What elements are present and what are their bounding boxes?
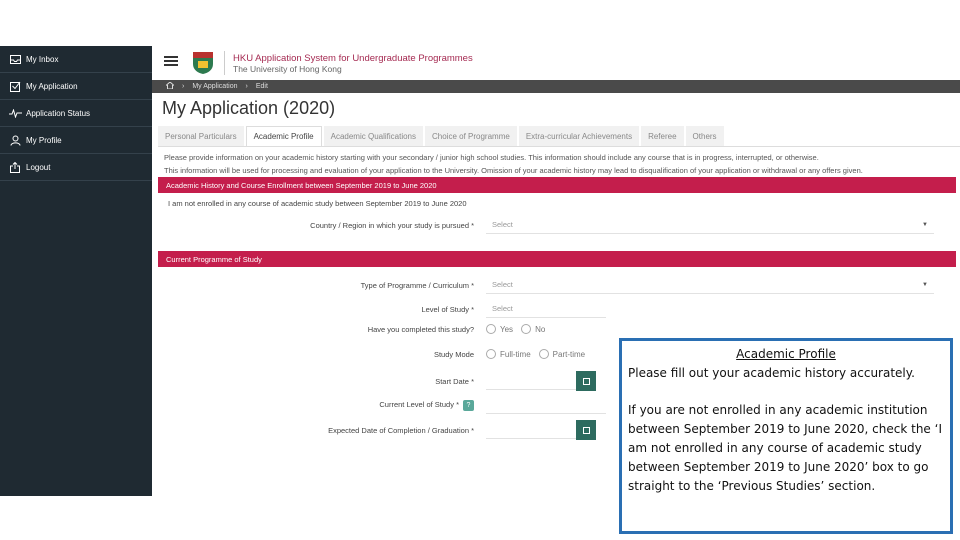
system-title-block: HKU Application System for Undergraduate…: [233, 53, 473, 74]
calendar-icon[interactable]: [576, 371, 596, 391]
radio-circle: [486, 349, 496, 359]
country-select[interactable]: Select ▼: [486, 216, 934, 234]
radio-full-time[interactable]: Full-time: [486, 349, 531, 359]
radio-full-time-label: Full-time: [500, 349, 531, 359]
user-icon: [8, 135, 22, 146]
university-name: The University of Hong Kong: [233, 63, 342, 74]
radio-no-label: No: [535, 324, 546, 334]
calendar-icon[interactable]: [576, 420, 596, 440]
sidebar-item-label: My Application: [26, 81, 78, 91]
tab-academic-profile[interactable]: Academic Profile: [245, 126, 322, 146]
breadcrumb: › My Application › Edit: [152, 80, 960, 93]
sidebar-item-logout[interactable]: Logout: [0, 154, 152, 181]
radio-yes[interactable]: Yes: [486, 324, 513, 334]
sidebar-item-label: My Inbox: [26, 54, 59, 64]
callout-line: Please fill out your academic history ac…: [628, 366, 915, 380]
level-of-study-label: Level of Study *: [421, 304, 474, 314]
section-header-academic-history: Academic History and Course Enrollment b…: [158, 177, 956, 193]
level-of-study-select[interactable]: Select: [486, 300, 606, 318]
radio-part-time-label: Part-time: [552, 349, 586, 359]
tab-academic-qualifications[interactable]: Academic Qualifications: [323, 126, 423, 146]
checkbox-icon: [8, 81, 22, 92]
start-date-input[interactable]: [486, 372, 576, 390]
breadcrumb-edit: Edit: [255, 83, 268, 90]
sidebar-item-my-profile[interactable]: My Profile: [0, 127, 152, 154]
tab-bar: Personal Particulars Academic Profile Ac…: [158, 126, 960, 147]
inbox-icon: [8, 54, 22, 64]
radio-yes-label: Yes: [500, 324, 514, 334]
sidebar: My Inbox My Application Application Stat…: [0, 46, 152, 496]
header-divider: [224, 51, 225, 75]
callout-body: If you are not enrolled in any academic …: [628, 403, 942, 493]
level-of-study-value: Select: [492, 304, 513, 313]
hku-crest-logo: [192, 51, 214, 75]
home-icon[interactable]: [165, 81, 175, 91]
page-title: My Application (2020): [162, 98, 336, 118]
caret-down-icon: ▼: [922, 221, 928, 228]
tab-personal-particulars[interactable]: Personal Particulars: [158, 126, 244, 146]
tab-referee[interactable]: Referee: [641, 126, 684, 146]
radio-circle: [486, 324, 496, 334]
info-text-1: Please provide information on your acade…: [164, 153, 819, 162]
sidebar-item-application-status[interactable]: Application Status: [0, 100, 152, 127]
tab-extra-curricular-achievements[interactable]: Extra-curricular Achievements: [518, 126, 640, 146]
programme-type-select[interactable]: Select ▼: [486, 276, 934, 294]
menu-icon[interactable]: [164, 54, 178, 72]
system-title: HKU Application System for Undergraduate…: [233, 52, 473, 64]
logout-icon: [8, 161, 22, 173]
current-level-label-text: Current Level of Study *: [379, 399, 459, 409]
programme-type-label: Type of Programme / Curriculum *: [360, 280, 474, 290]
start-date-label: Start Date *: [435, 376, 474, 386]
sidebar-item-my-application[interactable]: My Application: [0, 73, 152, 100]
top-bar: HKU Application System for Undergraduate…: [152, 46, 960, 80]
programme-type-value: Select: [492, 280, 513, 289]
expected-completion-label: Expected Date of Completion / Graduation…: [328, 425, 474, 435]
sidebar-item-inbox[interactable]: My Inbox: [0, 46, 152, 73]
breadcrumb-my-application[interactable]: My Application: [192, 83, 237, 90]
info-text-2: This information will be used for proces…: [164, 166, 863, 175]
help-icon[interactable]: ?: [463, 399, 474, 411]
current-level-input[interactable]: [486, 396, 606, 414]
caret-down-icon: ▼: [922, 281, 928, 288]
radio-part-time[interactable]: Part-time: [538, 349, 586, 359]
expected-completion-input[interactable]: [486, 421, 576, 439]
chevron-right-icon: ›: [182, 83, 185, 90]
current-level-label: Current Level of Study *?: [152, 399, 486, 411]
country-select-value: Select: [492, 220, 513, 229]
section-header-current-programme: Current Programme of Study: [158, 251, 956, 267]
country-label: Country / Region in which your study is …: [310, 220, 474, 230]
tab-others[interactable]: Others: [685, 126, 724, 146]
radio-circle: [521, 324, 532, 334]
radio-no[interactable]: No: [521, 324, 545, 334]
completed-label: Have you completed this study?: [367, 324, 474, 334]
not-enrolled-checkbox-label[interactable]: I am not enrolled in any course of acade…: [152, 199, 467, 208]
pulse-icon: [8, 108, 22, 118]
callout-title: Academic Profile: [736, 347, 836, 361]
sidebar-item-label: My Profile: [26, 135, 62, 145]
tab-choice-of-programme[interactable]: Choice of Programme: [425, 126, 517, 146]
radio-circle: [538, 349, 549, 359]
sidebar-item-label: Application Status: [26, 108, 91, 118]
chevron-right-icon: ›: [245, 83, 248, 90]
instruction-callout: Academic Profile Please fill out your ac…: [619, 338, 953, 534]
study-mode-label: Study Mode: [433, 349, 474, 359]
sidebar-item-label: Logout: [26, 162, 51, 172]
